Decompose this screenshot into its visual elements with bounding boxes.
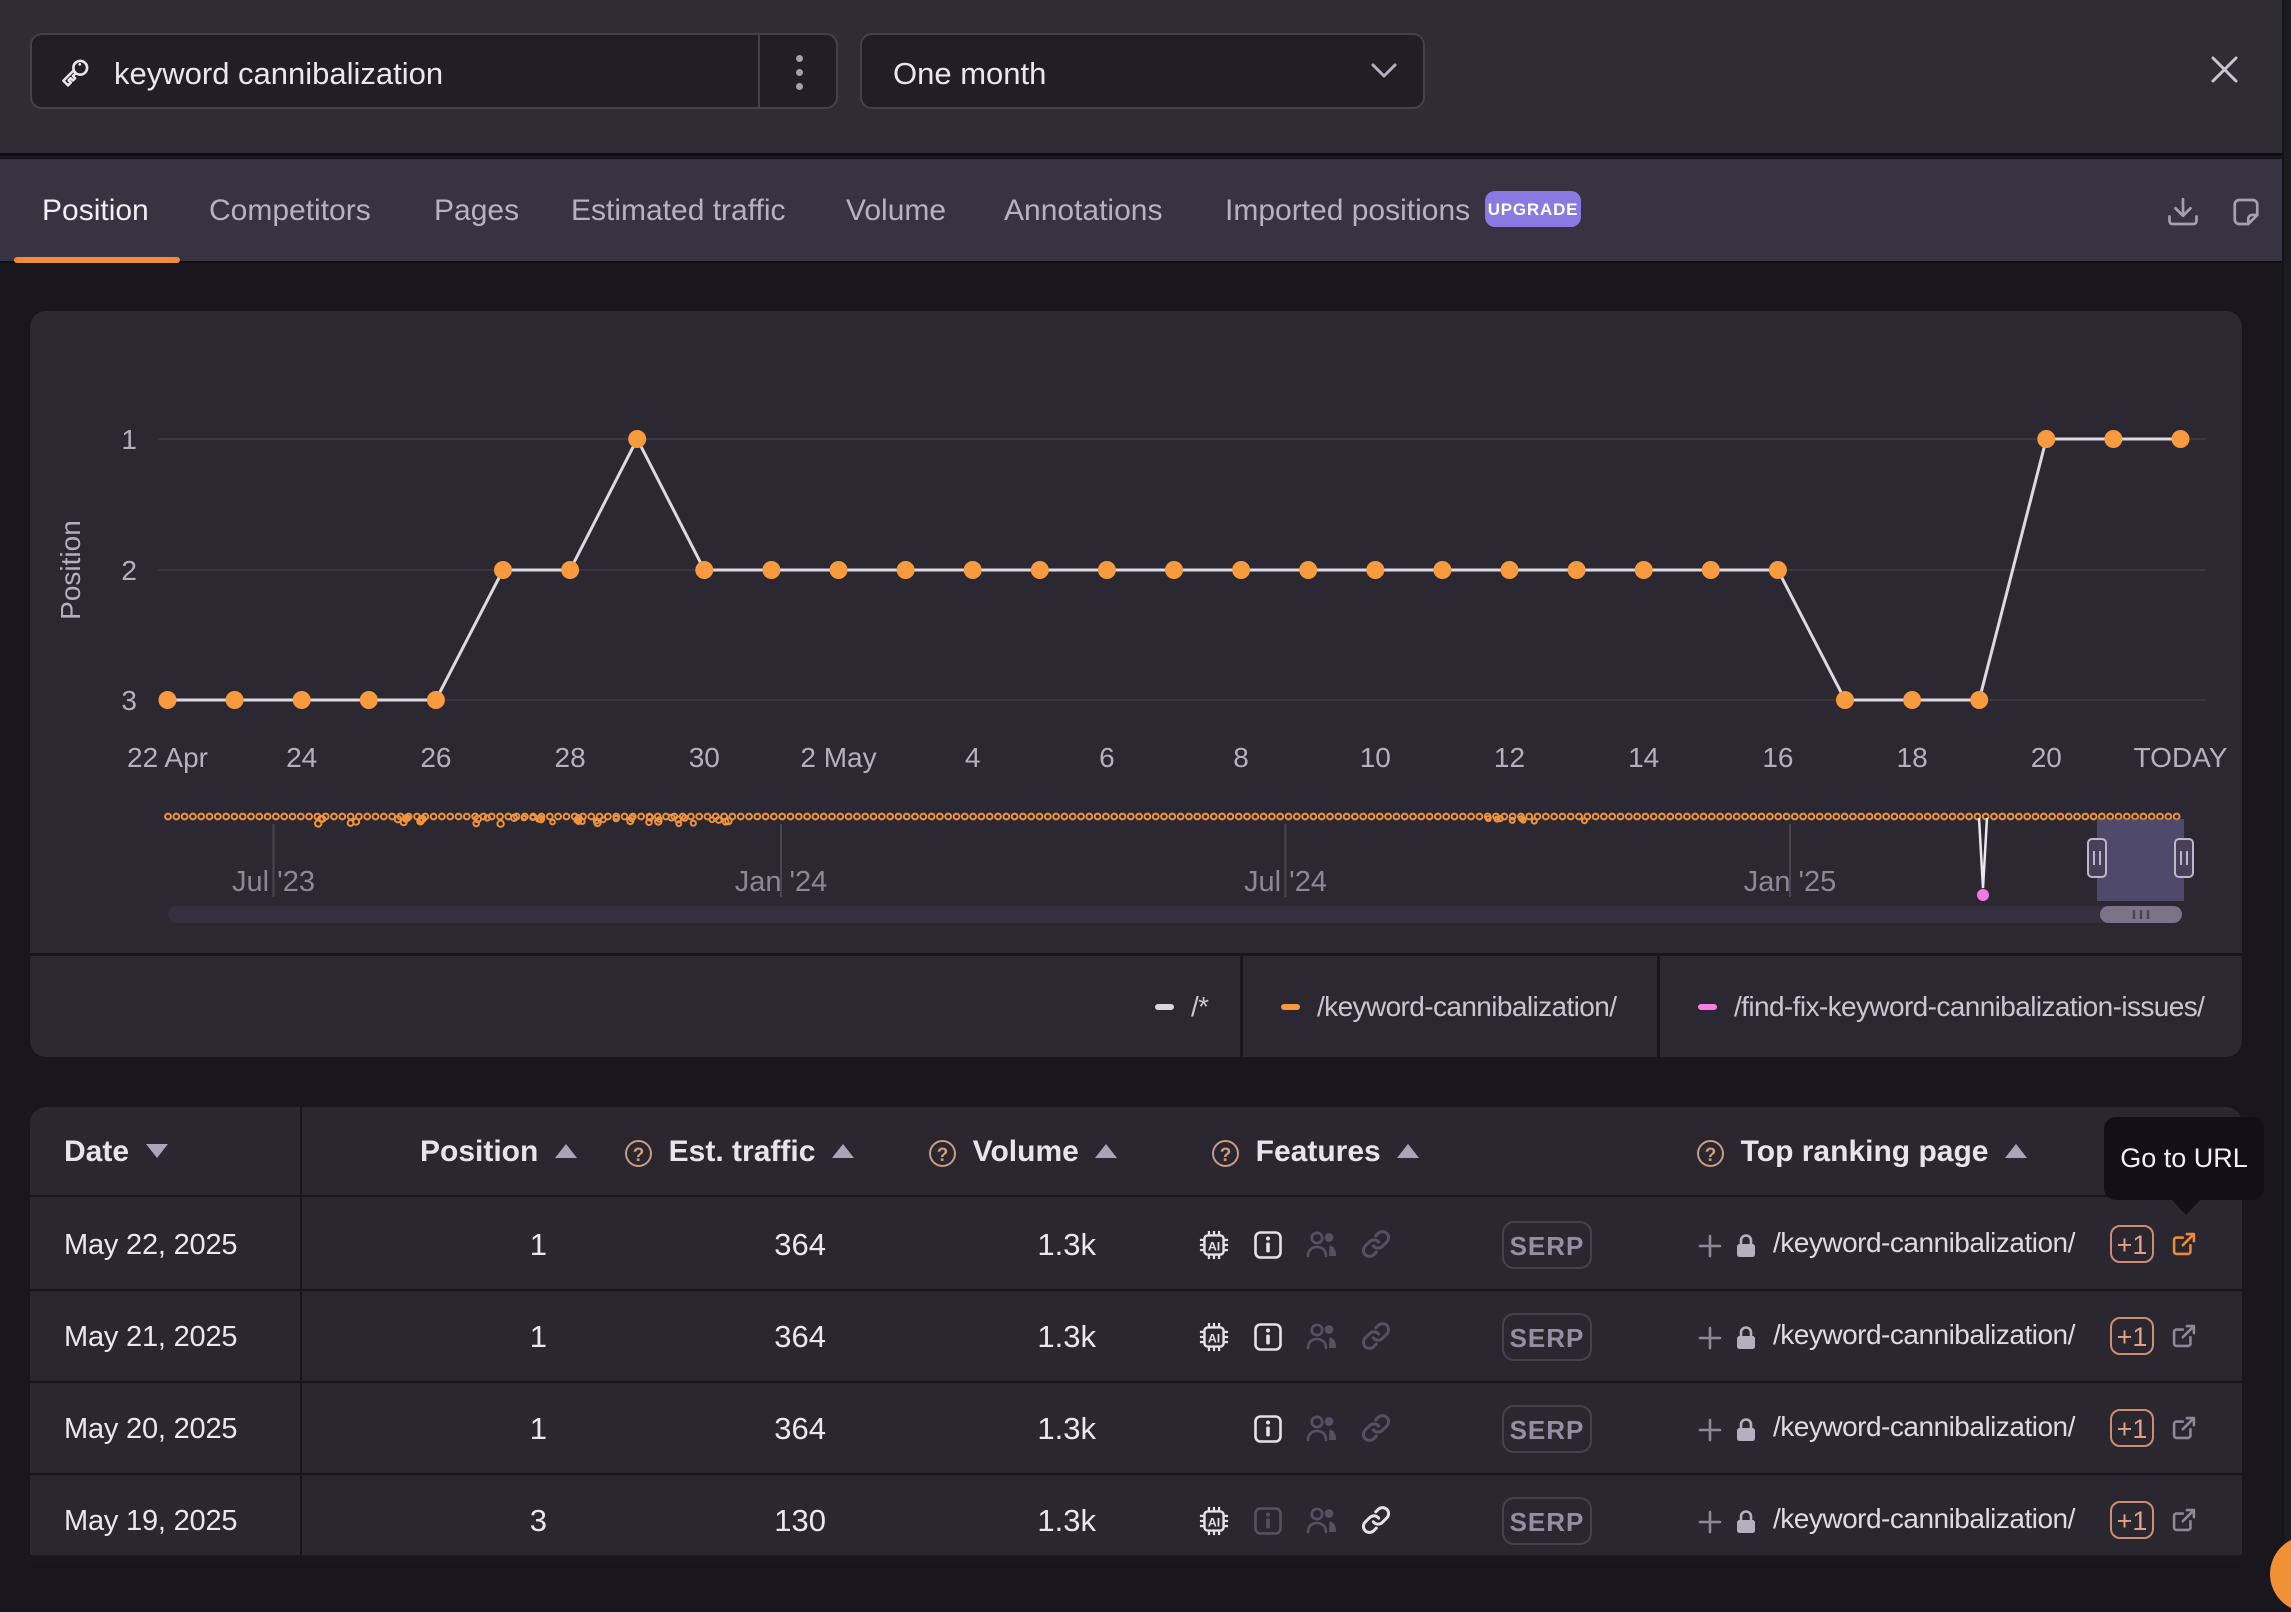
svg-text:AI: AI: [1208, 1516, 1220, 1530]
svg-text:AI: AI: [1208, 1332, 1220, 1346]
svg-text:2 May: 2 May: [800, 742, 876, 773]
svg-text:Jul '24: Jul '24: [1244, 866, 1327, 898]
svg-text:26: 26: [420, 742, 451, 773]
svg-text:AI: AI: [1208, 1240, 1220, 1254]
svg-text:8: 8: [1233, 742, 1249, 773]
svg-text:1: 1: [121, 424, 137, 455]
svg-text:14: 14: [1628, 742, 1659, 773]
svg-text:Jan '25: Jan '25: [1744, 866, 1837, 898]
svg-text:22 Apr: 22 Apr: [127, 742, 208, 773]
svg-text:24: 24: [286, 742, 317, 773]
svg-text:2: 2: [121, 555, 137, 586]
svg-text:Jul '23: Jul '23: [232, 866, 315, 898]
svg-text:10: 10: [1360, 742, 1391, 773]
svg-text:20: 20: [2031, 742, 2062, 773]
svg-text:18: 18: [1897, 742, 1928, 773]
svg-text:16: 16: [1762, 742, 1793, 773]
svg-text:Position: Position: [55, 520, 86, 620]
svg-text:28: 28: [555, 742, 586, 773]
svg-text:12: 12: [1494, 742, 1525, 773]
svg-text:Jan '24: Jan '24: [735, 866, 828, 898]
svg-text:3: 3: [121, 685, 137, 716]
svg-text:30: 30: [689, 742, 720, 773]
svg-text:4: 4: [965, 742, 981, 773]
svg-text:6: 6: [1099, 742, 1115, 773]
svg-text:TODAY: TODAY: [2134, 742, 2228, 773]
